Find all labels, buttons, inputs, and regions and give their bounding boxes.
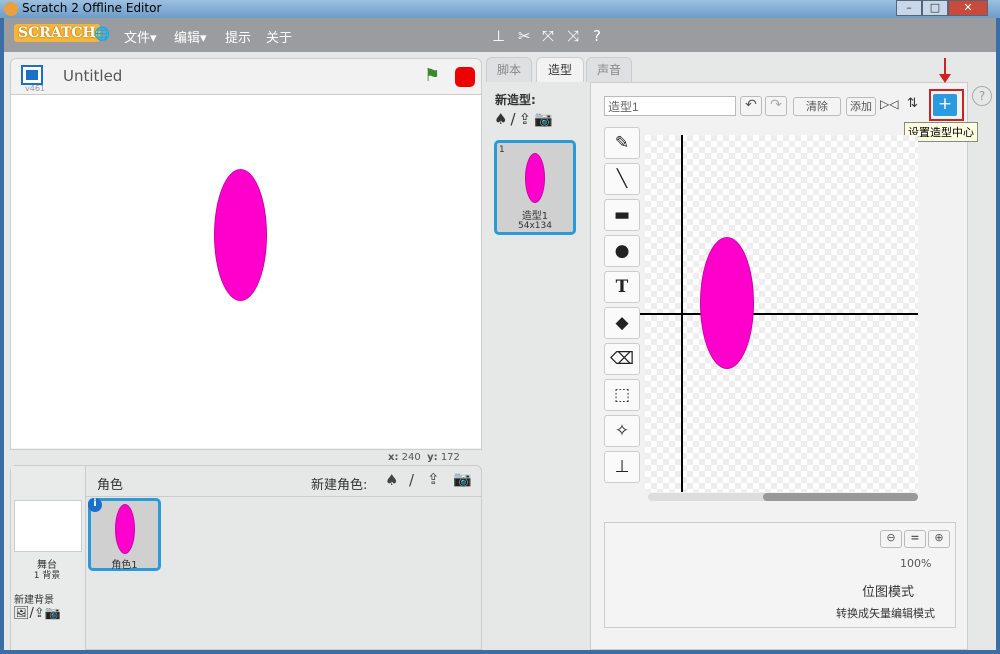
version-label: v461 (25, 84, 46, 93)
shrink-icon[interactable]: ⤨ (567, 27, 579, 45)
flip-horizontal-icon[interactable]: ▷◁ (880, 97, 898, 111)
help-button[interactable]: ? (972, 86, 992, 106)
upload-sprite-icon[interactable]: ⇪ (427, 470, 440, 488)
stage-thumbnail[interactable] (14, 500, 82, 552)
menu-about[interactable]: 关于 (266, 27, 292, 46)
flip-vertical-icon[interactable]: ⇅ (907, 96, 918, 111)
costume-ellipse[interactable] (700, 237, 754, 369)
menu-file[interactable]: 文件▾ (124, 27, 157, 46)
fullscreen-button[interactable] (21, 65, 43, 85)
sprites-header: 角色 (97, 478, 124, 493)
new-backdrop-icons[interactable]: 🖼/⇪📷 (13, 606, 61, 621)
app-icon (4, 2, 18, 16)
zoom-reset-button[interactable]: = (904, 530, 926, 548)
sprite-ellipse[interactable] (214, 169, 267, 301)
stamp-tool[interactable]: ⊥ (604, 451, 640, 483)
red-arrowhead (939, 74, 951, 83)
costume-name: 造型1 (521, 211, 549, 222)
paint-sprite-icon[interactable]: / (409, 471, 414, 489)
costume-image (525, 153, 545, 203)
new-sprite-label: 新建角色: (311, 478, 368, 493)
stage-panel: v461 Untitled ⚑ (10, 58, 482, 450)
convert-to-vector-button[interactable]: 转换成矢量编辑模式 (836, 605, 935, 621)
minimize-button[interactable]: – (896, 0, 922, 16)
grow-icon[interactable]: ⤧ (542, 27, 554, 45)
sprite-thumbnail[interactable]: i 角色1 (88, 498, 161, 571)
redo-button[interactable]: ↷ (765, 96, 787, 116)
menu-tips[interactable]: 提示 (225, 27, 251, 46)
zoom-level: 100% (900, 557, 932, 570)
editor-mode-label: 位图模式 (862, 585, 915, 600)
project-title[interactable]: Untitled (63, 67, 122, 85)
new-costume-label: 新造型: (495, 93, 536, 107)
cut-icon[interactable]: ✂ (518, 27, 531, 45)
window-title: Scratch 2 Offline Editor (22, 1, 162, 15)
menu-edit[interactable]: 编辑▾ (174, 27, 207, 46)
green-flag-icon[interactable]: ⚑ (424, 65, 440, 86)
scrollbar-thumb[interactable] (763, 493, 918, 501)
maximize-button[interactable]: □ (922, 0, 948, 16)
stop-icon[interactable] (455, 67, 475, 87)
sprite-thumb-image (115, 504, 135, 554)
camera-sprite-icon[interactable]: 📷 (453, 470, 472, 488)
sprite-name: 角色1 (111, 560, 138, 571)
sprite-library-icon[interactable]: ♠ (385, 471, 398, 489)
title-bar: Scratch 2 Offline Editor (0, 0, 1000, 18)
tab-sounds[interactable]: 声音 (586, 57, 632, 83)
costume-thumbnail[interactable]: 1 造型1 54x134 (494, 140, 576, 235)
mouse-coordinates: x: 240 y: 172 (388, 452, 460, 463)
text-tool[interactable]: T (604, 271, 640, 303)
costume-name-input[interactable] (604, 96, 736, 116)
close-button[interactable]: ✕ (948, 0, 988, 16)
info-icon[interactable]: i (88, 498, 102, 512)
new-backdrop-label: 新建背景 (14, 595, 54, 606)
menu-bar: SCRATCH 🌐 文件▾ 编辑▾ 提示 关于 ⊥ ✂ ⤧ ⤨ ? (4, 18, 996, 52)
new-costume-icons[interactable]: ♠/⇪📷 (494, 110, 556, 128)
paint-canvas[interactable] (640, 135, 918, 492)
undo-button[interactable]: ↶ (740, 96, 762, 116)
line-tool[interactable]: ╲ (604, 163, 640, 195)
clear-button[interactable]: 清除 (793, 97, 841, 116)
center-crosshair-horizontal (640, 313, 918, 315)
stage-canvas[interactable] (11, 94, 481, 448)
globe-icon[interactable]: 🌐 (94, 27, 110, 42)
zoom-in-button[interactable]: ⊕ (928, 530, 950, 548)
set-costume-center-button[interactable]: + (933, 94, 957, 116)
brush-tool[interactable]: ✎ (604, 127, 640, 159)
sprite-panel: 角色 新建角色: ♠ / ⇪ 📷 舞台 1 背景 新建背景 🖼/⇪📷 i 角色1 (10, 465, 482, 650)
rectangle-tool[interactable]: ▬ (604, 199, 640, 231)
scratch-logo: SCRATCH (14, 24, 100, 42)
select-tool[interactable]: ⬚ (604, 379, 640, 411)
zoom-out-button[interactable]: ⊖ (880, 530, 902, 548)
help-icon[interactable]: ? (593, 27, 601, 45)
tab-costumes[interactable]: 造型 (536, 57, 584, 84)
remove-background-tool[interactable]: ✧ (604, 415, 640, 447)
costume-size: 54x134 (518, 221, 552, 231)
tab-scripts[interactable]: 脚本 (486, 57, 532, 83)
add-button[interactable]: 添加 (846, 97, 876, 116)
stamp-icon[interactable]: ⊥ (492, 27, 505, 45)
costume-index: 1 (499, 145, 505, 155)
eraser-tool[interactable]: ⌫ (604, 343, 640, 375)
backdrop-count: 1 背景 (33, 571, 61, 581)
ellipse-tool[interactable]: ● (604, 235, 640, 267)
horizontal-scrollbar[interactable] (648, 493, 918, 501)
fill-tool[interactable]: ◆ (604, 307, 640, 339)
costume-list: 新造型: ♠/⇪📷 1 造型1 54x134 (486, 82, 590, 650)
